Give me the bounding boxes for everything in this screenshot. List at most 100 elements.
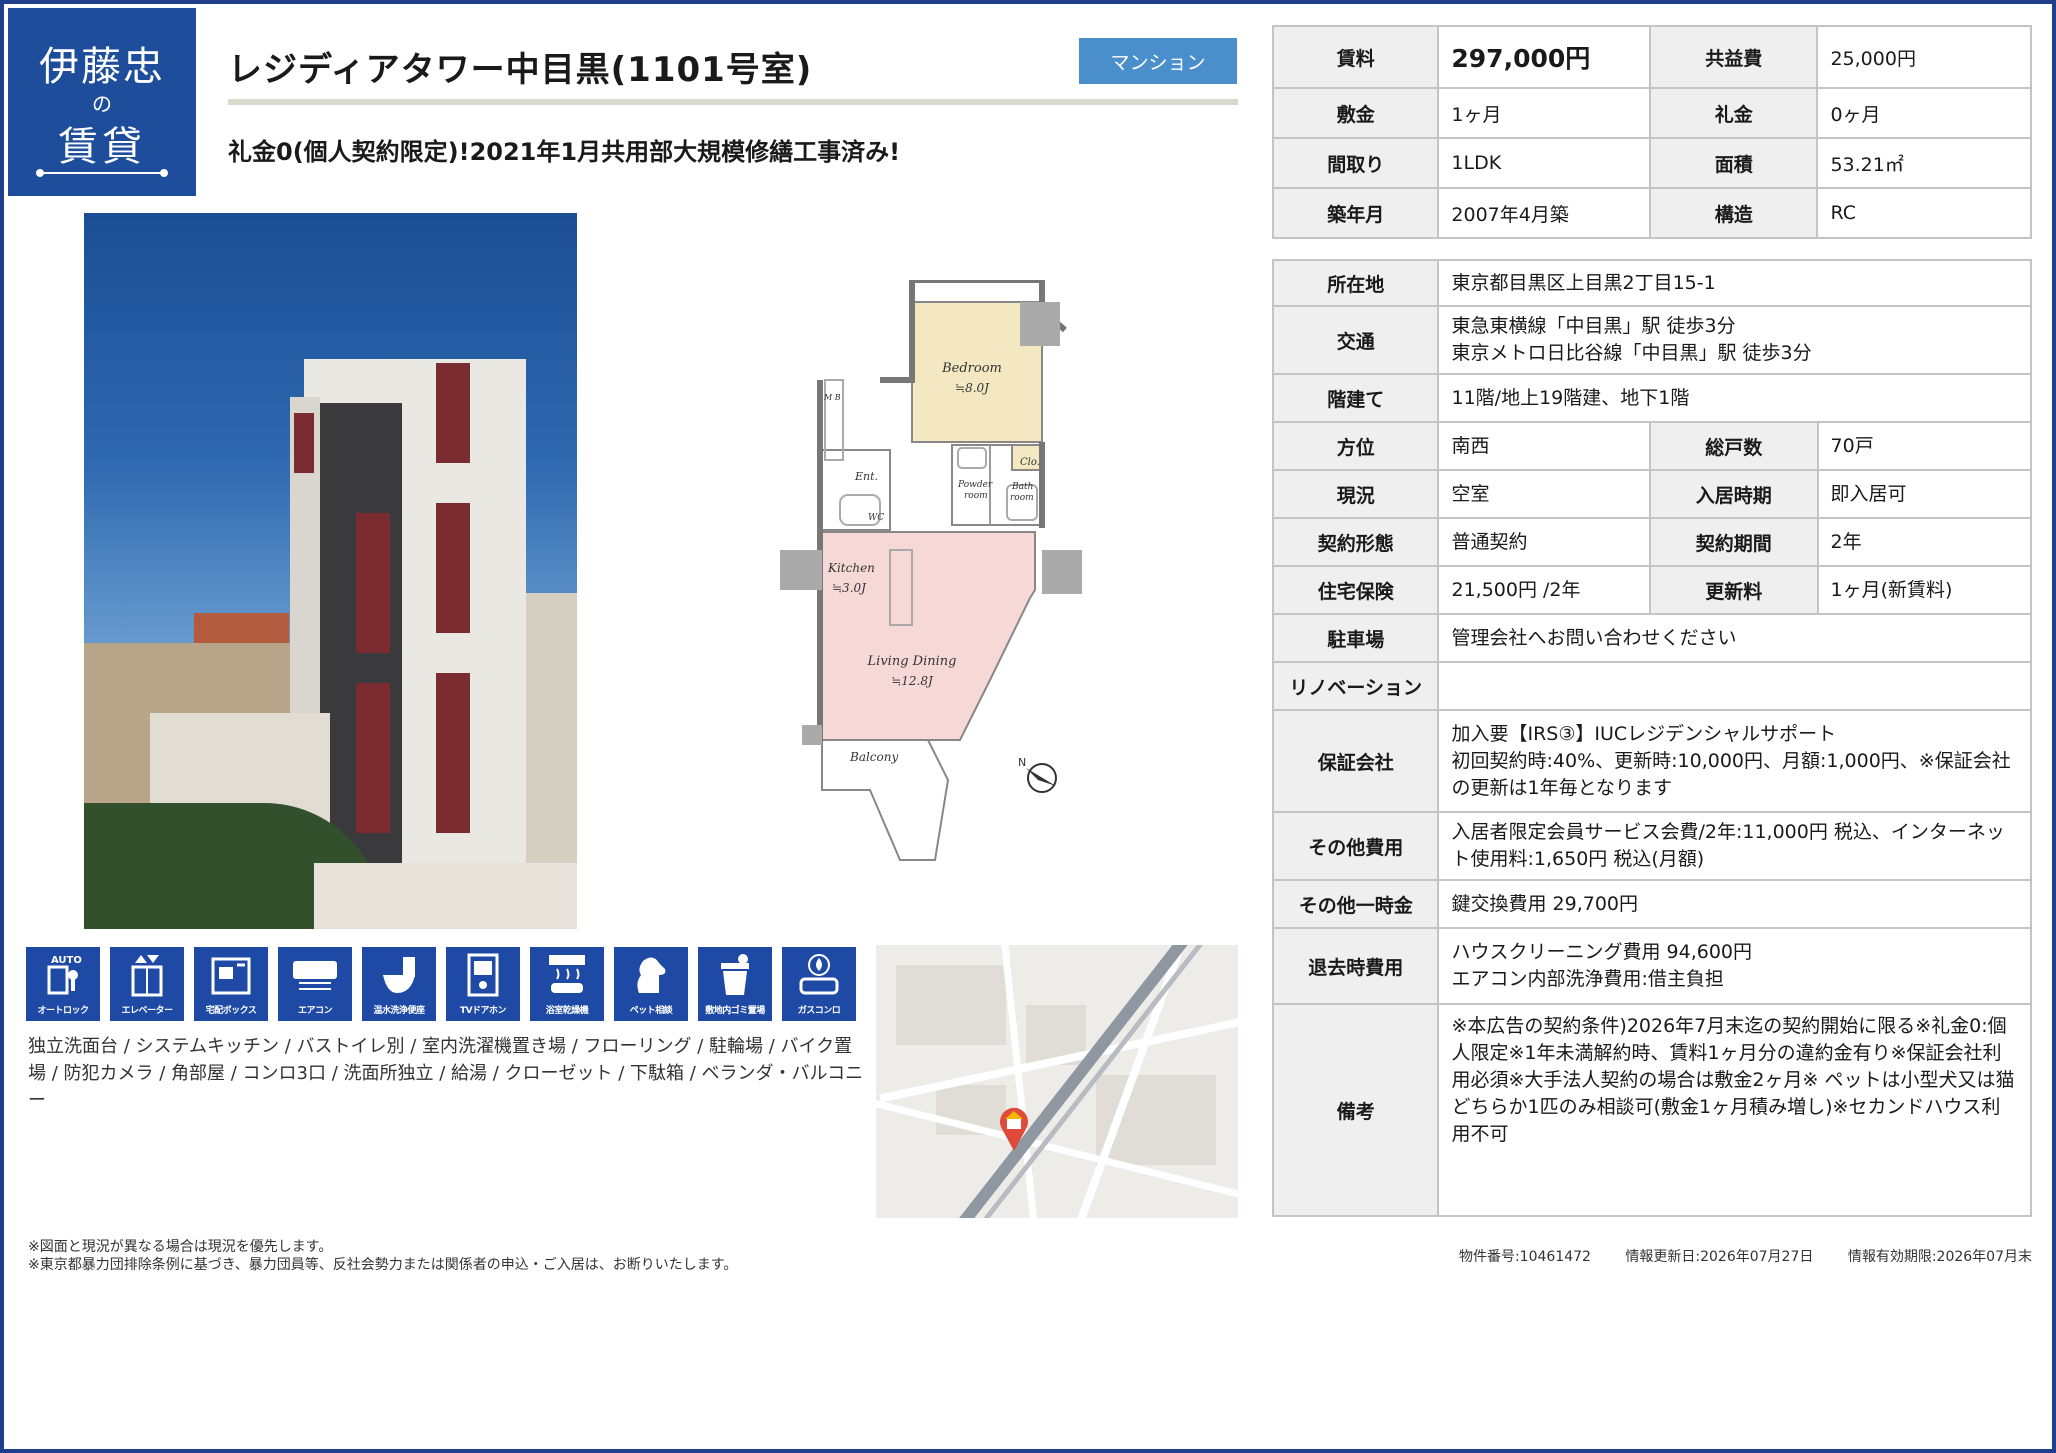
moveout-line: ハウスクリーニング費用 94,600円 — [1451, 941, 1753, 963]
autolock-icon: AUTO オートロック — [26, 947, 100, 1021]
logo-text-2: の — [92, 92, 112, 116]
moveout-label: 退去時費用 — [1271, 927, 1440, 1005]
feature-label: 宅配ボックス — [205, 1006, 257, 1016]
renewal-label: 更新料 — [1649, 565, 1819, 615]
renewal-value: 1ヶ月(新賃料) — [1816, 565, 2033, 615]
catchcopy: 礼金0(個人契約限定)!2021年1月共用部大規模修繕工事済み! — [228, 138, 901, 166]
units-label: 総戸数 — [1649, 421, 1819, 471]
remarks-label: 備考 — [1271, 1003, 1440, 1217]
renovation-value — [1437, 661, 2032, 711]
floor-value: 11階/地上19階建、地下1階 — [1437, 373, 2032, 423]
amenities-list: 独立洗面台 / システムキッチン / バストイレ別 / 室内洗濯機置き場 / フ… — [28, 1036, 864, 1111]
plan-label-mb: M B — [823, 393, 841, 402]
summary-table: 賃料 297,000円 共益費 25,000円 敷金 1ヶ月 礼金 0ヶ月 間取… — [1271, 25, 2032, 239]
plan-label-bath: Bath — [1011, 482, 1033, 492]
feature-label: ペット相談 — [629, 1006, 673, 1016]
listing-meta: 物件番号:10461472 情報更新日:2026年07月27日 情報有効期限:2… — [1431, 1246, 2032, 1266]
parking-value: 管理会社へお問い合わせください — [1437, 613, 2032, 663]
plan-label-bath-room: room — [1010, 493, 1034, 503]
guarantor-value: 加入要【IRS③】IUCレジデンシャルサポート 初回契約時:40%、更新時:10… — [1437, 709, 2032, 813]
moveout-line: エアコン内部洗浄費用:借主負担 — [1451, 968, 1724, 990]
direction-value: 南西 — [1437, 421, 1652, 471]
contract-period-label: 契約期間 — [1649, 517, 1819, 567]
built-value: 2007年4月築 — [1437, 187, 1652, 239]
plan-label-living-size: ≒12.8J — [891, 674, 934, 688]
feature-label: ガスコンロ — [797, 1006, 841, 1016]
feature-label: 温水洗浄便座 — [373, 1006, 425, 1016]
feature-label: エアコン — [297, 1006, 333, 1016]
plan-label-kitchen: Kitchen — [827, 561, 875, 575]
garbage-icon: 敷地内ゴミ置場 — [698, 947, 772, 1021]
structure-label: 構造 — [1649, 187, 1819, 239]
feature-label: TVドアホン — [459, 1006, 507, 1016]
layout-label: 間取り — [1271, 137, 1440, 189]
logo-text-1: 伊藤忠 — [39, 44, 165, 90]
plan-label-powder-room: room — [964, 491, 988, 501]
title-divider — [228, 99, 1238, 105]
pet-icon: ペット相談 — [614, 947, 688, 1021]
built-label: 築年月 — [1271, 187, 1440, 239]
feature-icon-row: AUTO オートロック エレベーター 宅配ボックス エアコン 温水洗浄便座 TV… — [26, 947, 866, 1021]
bath-dryer-icon: 浴室乾燥機 — [530, 947, 604, 1021]
direction-label: 方位 — [1271, 421, 1440, 471]
svg-text:AUTO: AUTO — [51, 955, 82, 966]
parking-label: 駐車場 — [1271, 613, 1440, 663]
guarantor-label: 保証会社 — [1271, 709, 1440, 813]
photo-balcony-band — [436, 363, 470, 463]
gas-stove-icon: ガスコンロ — [782, 947, 856, 1021]
insurance-label: 住宅保険 — [1271, 565, 1440, 615]
location-pin-icon[interactable] — [998, 1107, 1030, 1151]
building-photo[interactable] — [84, 213, 577, 929]
location-map[interactable] — [876, 945, 1238, 1218]
onetime-label: その他一時金 — [1271, 879, 1440, 929]
guarantor-line: 加入要【IRS③】IUCレジデンシャルサポート — [1451, 722, 1837, 745]
guarantor-line: 初回契約時:40%、更新時:10,000円、月額:1,000円、※保証会社の更新… — [1451, 749, 2011, 799]
other-fee-value: 入居者限定会員サービス会費/2年:11,000円 税込、インターネット使用料:1… — [1437, 811, 2032, 881]
contract-type-value: 普通契約 — [1437, 517, 1652, 567]
address-value: 東京都目黒区上目黒2丁目15-1 — [1437, 259, 2032, 307]
floor-label: 階建て — [1271, 373, 1440, 423]
feature-label: 浴室乾燥機 — [545, 1006, 589, 1016]
photo-building — [524, 593, 577, 893]
footer-notes: ※図面と現況が異なる場合は現況を優先します。 ※東京都暴力団排除条例に基づき、暴… — [28, 1238, 737, 1274]
plan-label-powder: Powder — [957, 480, 993, 490]
layout-value: 1LDK — [1437, 137, 1652, 189]
feature-label: オートロック — [37, 1006, 89, 1016]
valid-until: 情報有効期限:2026年07月末 — [1847, 1249, 2032, 1265]
floor-plan[interactable]: Bedroom ≒8.0J Clo. Powder room Bath room… — [780, 280, 1100, 870]
property-type-badge: マンション — [1079, 38, 1237, 84]
property-number: 物件番号:10461472 — [1458, 1249, 1591, 1265]
elevator-icon: エレベーター — [110, 947, 184, 1021]
svg-text:N: N — [1018, 756, 1026, 769]
deposit-label: 敷金 — [1271, 87, 1440, 139]
aircon-icon: エアコン — [278, 947, 352, 1021]
other-fee-label: その他費用 — [1271, 811, 1440, 881]
address-label: 所在地 — [1271, 259, 1440, 307]
note-line: ※東京都暴力団排除条例に基づき、暴力団員等、反社会勢力または関係者の申込・ご入居… — [28, 1257, 738, 1273]
logo-ornament — [36, 169, 168, 177]
access-line: 東京メトロ日比谷線「中目黒」駅 徒歩3分 — [1451, 342, 1812, 364]
renovation-label: リノベーション — [1271, 661, 1440, 711]
key-money-value: 0ヶ月 — [1816, 87, 2032, 139]
moveout-value: ハウスクリーニング費用 94,600円 エアコン内部洗浄費用:借主負担 — [1437, 927, 2032, 1005]
access-value: 東急東横線「中目黒」駅 徒歩3分 東京メトロ日比谷線「中目黒」駅 徒歩3分 — [1437, 305, 2032, 375]
area-label: 面積 — [1649, 137, 1819, 189]
brand-logo[interactable]: 伊藤忠 の 賃貸 — [8, 8, 196, 196]
contract-type-label: 契約形態 — [1271, 517, 1440, 567]
structure-value: RC — [1816, 187, 2032, 239]
units-value: 70戸 — [1816, 421, 2033, 471]
photo-balcony-band — [436, 673, 470, 833]
movein-value: 即入居可 — [1816, 469, 2033, 519]
property-title: レジディアタワー中目黒(1101号室) — [228, 50, 813, 90]
rent-value: 297,000円 — [1437, 25, 1652, 89]
status-label: 現況 — [1271, 469, 1440, 519]
north-arrow-icon: N — [1018, 756, 1057, 793]
note-line: ※図面と現況が異なる場合は現況を優先します。 — [28, 1239, 333, 1255]
insurance-value: 21,500円 /2年 — [1437, 565, 1652, 615]
movein-label: 入居時期 — [1649, 469, 1819, 519]
photo-balcony-band — [356, 513, 390, 653]
rent-label: 賃料 — [1271, 25, 1440, 89]
status-value: 空室 — [1437, 469, 1652, 519]
washlet-icon: 温水洗浄便座 — [362, 947, 436, 1021]
access-label: 交通 — [1271, 305, 1440, 375]
